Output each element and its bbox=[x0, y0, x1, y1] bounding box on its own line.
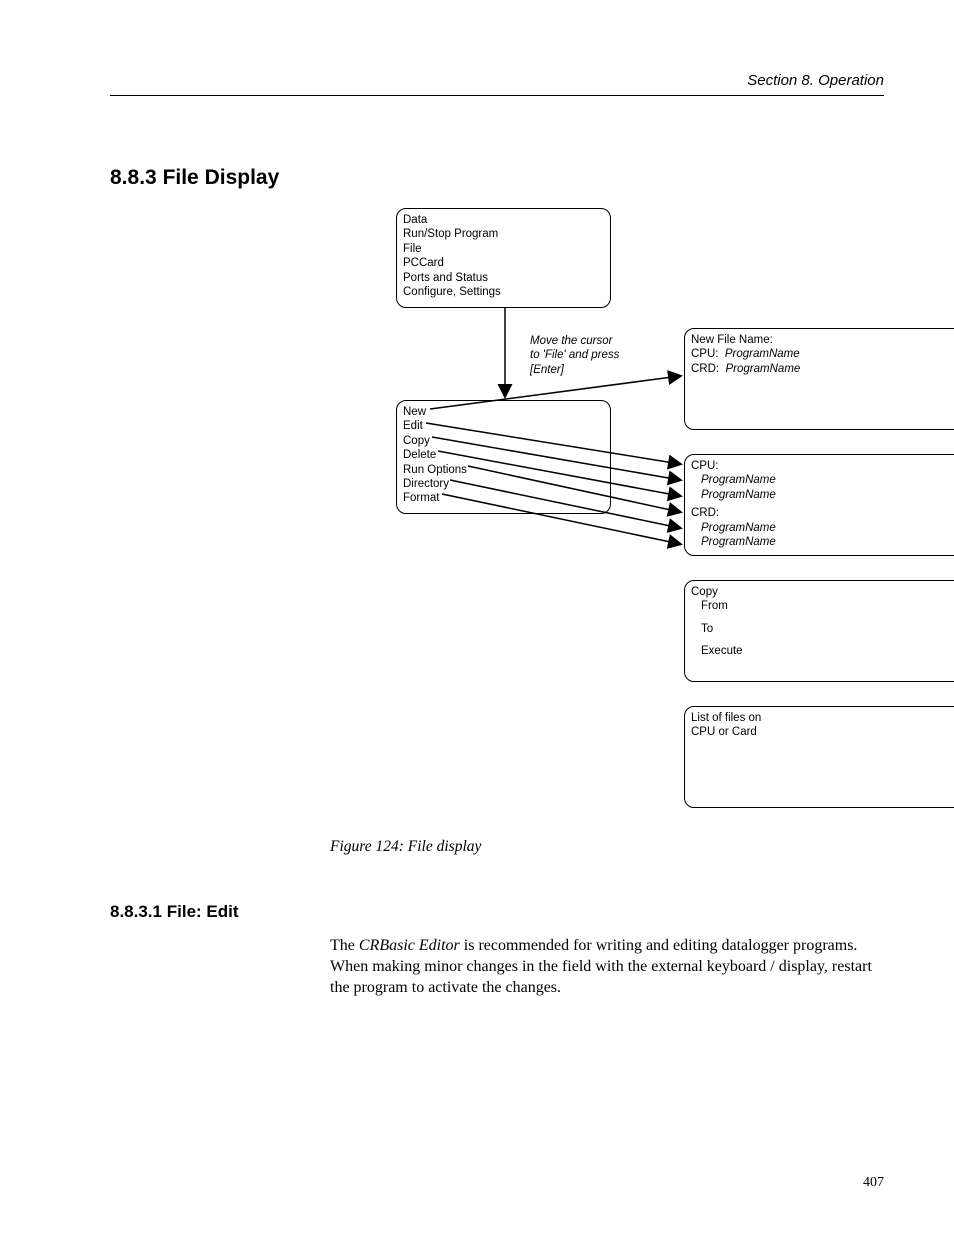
file-menu-item: Format bbox=[403, 491, 604, 505]
menu-item: Data bbox=[403, 213, 604, 227]
instruction-line: to 'File' and press bbox=[530, 348, 619, 362]
instruction-label: Move the cursor to 'File' and press [Ent… bbox=[530, 334, 619, 377]
file-list-box: List of files on CPU or Card bbox=[684, 706, 954, 808]
file-submenu-box: New Edit Copy Delete Run Options Directo… bbox=[396, 400, 611, 514]
section-number: 8.8.3 bbox=[110, 166, 157, 189]
running-header: Section 8. Operation bbox=[110, 72, 884, 96]
dir-cpu-item: ProgramName bbox=[691, 488, 954, 502]
copy-title: Copy bbox=[691, 585, 954, 599]
running-header-text: Section 8. Operation bbox=[747, 72, 884, 89]
crbasic-editor-emph: CRBasic Editor bbox=[359, 937, 460, 954]
file-menu-item: Directory bbox=[403, 477, 604, 491]
new-file-box: New File Name: CPU: ProgramName CRD: Pro… bbox=[684, 328, 954, 430]
file-menu-item: Run Options bbox=[403, 463, 604, 477]
menu-item: File bbox=[403, 242, 604, 256]
page-number: 407 bbox=[863, 1175, 884, 1191]
body-paragraph: The CRBasic Editor is recommended for wr… bbox=[330, 936, 884, 998]
dir-crd-item: ProgramName bbox=[691, 521, 954, 535]
new-file-title: New File Name: bbox=[691, 333, 954, 347]
figure-caption: Figure 124: File display bbox=[330, 838, 884, 856]
subsection-heading: 8.8.3.1 File: Edit bbox=[110, 902, 884, 922]
subsection-title: File: Edit bbox=[167, 902, 239, 921]
file-menu-item: Delete bbox=[403, 448, 604, 462]
section-heading: 8.8.3 File Display bbox=[110, 166, 884, 190]
file-menu-item: Copy bbox=[403, 434, 604, 448]
menu-item: Ports and Status bbox=[403, 271, 604, 285]
instruction-line: [Enter] bbox=[530, 363, 619, 377]
file-list-line: CPU or Card bbox=[691, 725, 954, 739]
subsection-number: 8.8.3.1 bbox=[110, 902, 162, 921]
copy-execute: Execute bbox=[691, 644, 954, 658]
dir-cpu-item: ProgramName bbox=[691, 473, 954, 487]
file-list-line: List of files on bbox=[691, 711, 954, 725]
directory-box: CPU: ProgramName ProgramName CRD: Progra… bbox=[684, 454, 954, 556]
file-menu-item: New bbox=[403, 405, 604, 419]
copy-box: Copy From To Execute bbox=[684, 580, 954, 682]
new-file-cpu: CPU: ProgramName bbox=[691, 347, 954, 361]
copy-to: To bbox=[691, 622, 954, 636]
main-menu-box: Data Run/Stop Program File PCCard Ports … bbox=[396, 208, 611, 308]
section-title: File Display bbox=[163, 166, 280, 189]
file-display-diagram: Data Run/Stop Program File PCCard Ports … bbox=[330, 208, 950, 828]
menu-item: Configure, Settings bbox=[403, 285, 604, 299]
new-file-crd: CRD: ProgramName bbox=[691, 362, 954, 376]
copy-from: From bbox=[691, 599, 954, 613]
menu-item: PCCard bbox=[403, 256, 604, 270]
dir-crd-label: CRD: bbox=[691, 506, 954, 520]
instruction-line: Move the cursor bbox=[530, 334, 619, 348]
menu-item: Run/Stop Program bbox=[403, 227, 604, 241]
file-menu-item: Edit bbox=[403, 419, 604, 433]
dir-cpu-label: CPU: bbox=[691, 459, 954, 473]
dir-crd-item: ProgramName bbox=[691, 535, 954, 549]
